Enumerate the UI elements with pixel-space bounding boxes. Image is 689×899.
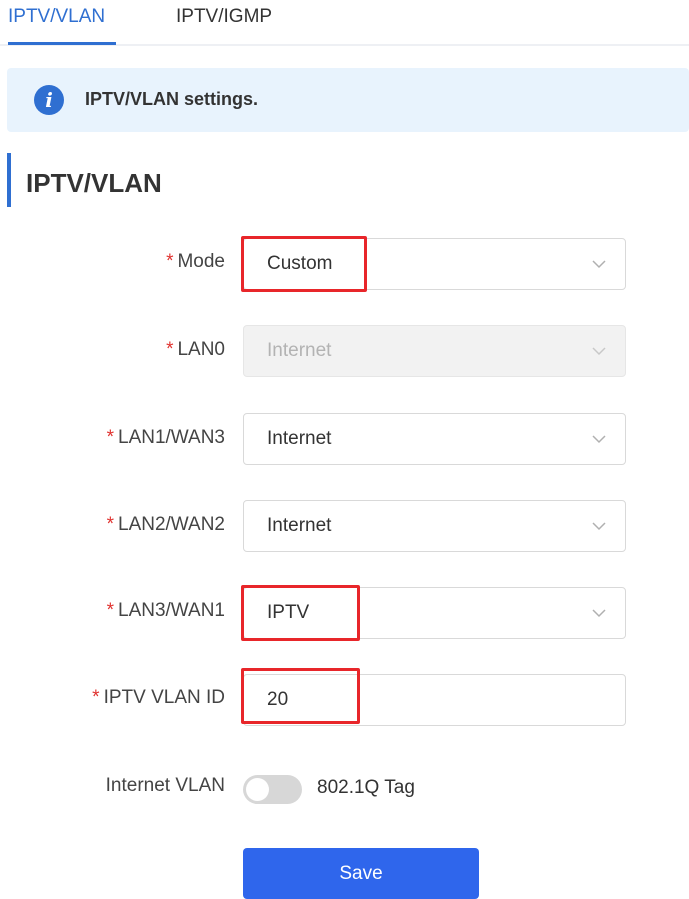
lan0-label: * LAN0 (166, 339, 225, 360)
mode-label: * Mode (166, 251, 225, 272)
internet-vlan-label: Internet VLAN (105, 775, 225, 796)
toggle-label-8021q-tag: 802.1Q Tag (317, 777, 415, 798)
required-mark: * (106, 427, 114, 448)
lan2-wan2-select[interactable]: Internet (243, 500, 626, 552)
lan2-wan2-value: Internet (267, 515, 332, 536)
mode-value: Custom (267, 253, 333, 274)
info-icon: i (34, 85, 64, 115)
iptv-vlan-id-label: * IPTV VLAN ID (92, 687, 225, 708)
iptv-vlan-id-value: 20 (267, 689, 289, 710)
info-banner: i IPTV/VLAN settings. (7, 68, 689, 132)
section-title: IPTV/VLAN (26, 168, 162, 198)
lan1-wan3-select[interactable]: Internet (243, 413, 626, 465)
internet-vlan-toggle[interactable] (243, 775, 302, 804)
lan3-wan1-label: * LAN3/WAN1 (106, 600, 225, 621)
active-tab-indicator (8, 42, 116, 45)
tab-iptv-vlan[interactable]: IPTV/VLAN (8, 6, 105, 28)
tab-iptv-igmp[interactable]: IPTV/IGMP (176, 6, 272, 28)
required-mark: * (92, 687, 100, 708)
lan3-wan1-value: IPTV (267, 602, 310, 623)
mode-select[interactable]: Custom (243, 238, 626, 290)
chevron-down-icon (592, 522, 606, 531)
lan0-select: Internet (243, 325, 626, 377)
required-mark: * (166, 251, 174, 272)
chevron-down-icon (592, 609, 606, 618)
lan1-wan3-value: Internet (267, 428, 332, 449)
chevron-down-icon (592, 347, 606, 356)
info-text: IPTV/VLAN settings. (85, 89, 259, 109)
chevron-down-icon (592, 435, 606, 444)
required-mark: * (106, 514, 114, 535)
required-mark: * (166, 339, 174, 360)
tab-bar: IPTV/VLAN IPTV/IGMP (0, 0, 689, 46)
toggle-knob (246, 778, 269, 801)
chevron-down-icon (592, 260, 606, 269)
required-mark: * (106, 600, 114, 621)
lan2-wan2-label: * LAN2/WAN2 (106, 514, 225, 535)
lan1-wan3-label: * LAN1/WAN3 (106, 427, 225, 448)
section-accent-bar (7, 153, 11, 207)
lan0-value: Internet (267, 340, 332, 361)
iptv-vlan-id-input[interactable]: 20 (243, 674, 626, 726)
save-button[interactable]: Save (243, 848, 479, 899)
lan3-wan1-select[interactable]: IPTV (243, 587, 626, 639)
